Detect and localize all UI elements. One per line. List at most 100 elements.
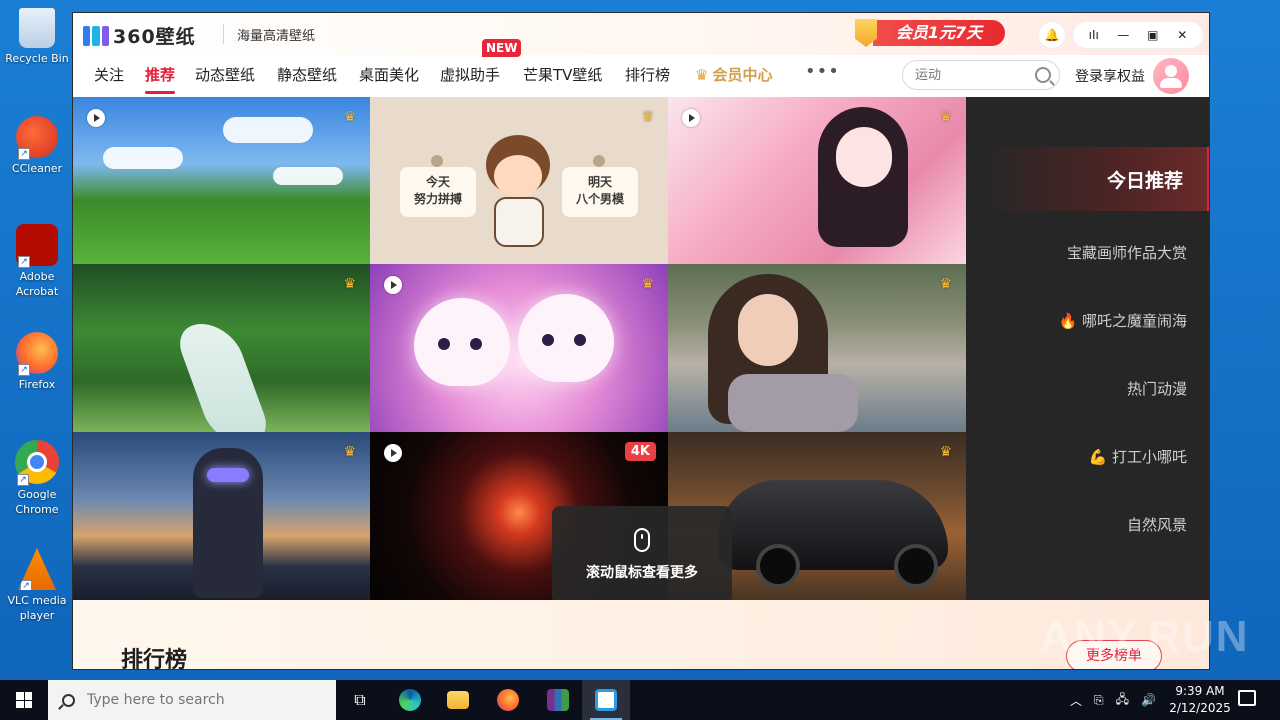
wallpaper-tile-cartoon[interactable]: 今天 努力拼搏 明天 八个男模 ♛ xyxy=(370,97,668,264)
nav-item-desktop-beautify[interactable]: 桌面美化 xyxy=(359,64,419,85)
clock-time: 9:39 AM xyxy=(1175,684,1225,698)
crown-icon: ♛ xyxy=(695,66,709,84)
maximize-icon[interactable]: ▣ xyxy=(1142,28,1164,42)
desktop-icon-google-chrome[interactable]: ↗ Google Chrome xyxy=(4,440,70,517)
wallpaper-tile-anime-girl[interactable]: ♛ xyxy=(668,97,966,264)
desktop-icon-label: Firefox xyxy=(18,378,56,391)
adobe-acrobat-icon: ↗ xyxy=(16,224,58,268)
system-tray: ︿ ⎘ 🖧 🔊 xyxy=(1070,680,1156,720)
windows-icon xyxy=(16,692,32,708)
title-bar: 360壁纸 海量高清壁纸 会员1元7天 🔔 ıIı — ▣ ✕ xyxy=(73,13,1209,55)
chevron-up-icon[interactable]: ︿ xyxy=(1070,692,1082,709)
mouse-icon xyxy=(634,528,650,552)
cartoon-card-left: 今天 努力拼搏 xyxy=(400,155,476,217)
cartoon-card-right: 明天 八个男模 xyxy=(562,155,638,217)
wallpaper-tile-cyber-girl[interactable]: ♛ xyxy=(73,432,370,600)
wallpaper-app-icon xyxy=(595,689,617,711)
taskbar-edge[interactable] xyxy=(386,680,434,720)
category-nezha[interactable]: 🔥 哪吒之魔童闹海 xyxy=(1059,310,1187,331)
vip-crown-icon: ♛ xyxy=(343,276,356,292)
nav-item-virtual-assistant[interactable]: 虚拟助手 xyxy=(440,64,500,85)
category-today-recommend[interactable]: 今日推荐 xyxy=(980,147,1209,211)
vip-crown-icon: ♛ xyxy=(641,276,654,292)
fire-icon: 🔥 xyxy=(1058,312,1078,330)
category-worker-nezha[interactable]: 💪 打工小哪吒 xyxy=(1089,446,1187,467)
desktop-icon-firefox[interactable]: ↗ Firefox xyxy=(4,332,70,392)
start-button[interactable] xyxy=(0,680,48,720)
nav-more-button[interactable]: ••• xyxy=(805,61,840,82)
app-logo: 360壁纸 xyxy=(83,22,196,49)
notification-center-icon[interactable] xyxy=(1238,690,1256,706)
login-link[interactable]: 登录享权益 xyxy=(1075,66,1145,86)
play-icon xyxy=(384,276,402,294)
folder-icon xyxy=(447,691,469,709)
main-nav: 关注 推荐 动态壁纸 静态壁纸 桌面美化 虚拟助手 NEW 芒果TV壁纸 排行榜… xyxy=(73,39,1209,98)
clock-date: 2/12/2025 xyxy=(1169,701,1231,715)
nav-item-dynamic-wallpaper[interactable]: 动态壁纸 xyxy=(195,64,255,85)
desktop-icon-label: Adobe Acrobat xyxy=(15,270,59,298)
search-icon xyxy=(62,693,75,707)
new-tag: NEW xyxy=(482,39,522,57)
divider xyxy=(223,24,224,44)
nav-item-follow[interactable]: 关注 xyxy=(94,64,124,85)
wallpaper-tile-portrait[interactable]: ♛ xyxy=(668,264,966,432)
vip-promo-banner[interactable]: 会员1元7天 xyxy=(855,18,1005,48)
category-artist-showcase[interactable]: 宝藏画师作品大赏 xyxy=(1067,242,1187,263)
desktop-icon-label: CCleaner xyxy=(11,162,63,175)
edge-icon xyxy=(399,689,421,711)
notification-button[interactable]: 🔔 xyxy=(1039,22,1065,48)
category-label: 哪吒之魔童闹海 xyxy=(1081,312,1187,330)
taskbar-file-explorer[interactable] xyxy=(434,680,482,720)
window-controls: ıIı — ▣ ✕ xyxy=(1073,22,1203,48)
wallpaper-tile-meadow[interactable]: ♛ xyxy=(73,97,370,264)
nav-item-recommend[interactable]: 推荐 xyxy=(145,64,176,94)
ranking-section: 排行榜 更多榜单 xyxy=(73,600,1209,669)
anyrun-watermark: ANY.RUN xyxy=(1040,612,1250,661)
search-icon[interactable] xyxy=(1035,67,1051,83)
app-slogan: 海量高清壁纸 xyxy=(237,29,316,44)
desktop-icon-vlc[interactable]: ↗ VLC media player xyxy=(4,548,70,623)
search-input[interactable] xyxy=(915,67,1035,83)
muscle-icon: 💪 xyxy=(1088,448,1108,466)
minimize-icon[interactable]: — xyxy=(1112,28,1134,42)
desktop-icon-ccleaner[interactable]: ↗ CCleaner xyxy=(4,116,70,176)
desktop-icon-adobe-acrobat[interactable]: ↗ Adobe Acrobat xyxy=(4,224,70,299)
taskbar-wallpaper-app[interactable] xyxy=(582,680,630,720)
desktop-icon-label: Google Chrome xyxy=(15,488,59,516)
network-device-icon[interactable]: ⎘ xyxy=(1094,693,1104,708)
chrome-icon: ↗ xyxy=(15,440,59,486)
wallpaper-tile-forest-stream[interactable]: ♛ xyxy=(73,264,370,432)
task-view-icon: ⧉ xyxy=(354,690,366,709)
audio-icon[interactable]: ıIı xyxy=(1083,28,1105,42)
category-label: 打工小哪吒 xyxy=(1111,448,1187,466)
promo-text: 会员1元7天 xyxy=(873,20,1005,46)
vip-crown-icon: ♛ xyxy=(939,109,952,125)
nav-item-vip-center[interactable]: ♛ 会员中心 xyxy=(695,64,772,85)
vip-crown-icon: ♛ xyxy=(343,109,356,125)
card-text: 八个男模 xyxy=(575,192,624,206)
category-hot-anime[interactable]: 热门动漫 xyxy=(1127,378,1187,399)
wallpaper-tile-puppies[interactable]: ♛ xyxy=(370,264,668,432)
clock[interactable]: 9:39 AM 2/12/2025 xyxy=(1160,683,1240,717)
taskbar-firefox[interactable] xyxy=(484,680,532,720)
ccleaner-icon: ↗ xyxy=(16,116,58,160)
scroll-tip: 滚动鼠标查看更多 xyxy=(552,506,732,604)
taskbar-winrar[interactable] xyxy=(534,680,582,720)
taskbar-search-input[interactable] xyxy=(87,692,307,708)
task-view-button[interactable]: ⧉ xyxy=(336,680,384,720)
vip-crown-icon: ♛ xyxy=(939,444,952,460)
nav-item-mango-tv[interactable]: 芒果TV壁纸 xyxy=(523,64,602,85)
wallpaper-app-window: 360壁纸 海量高清壁纸 会员1元7天 🔔 ıIı — ▣ ✕ 关注 推荐 动态… xyxy=(72,12,1210,670)
vlc-icon: ↗ xyxy=(18,548,56,590)
category-nature[interactable]: 自然风景 xyxy=(1127,514,1187,535)
scroll-tip-text: 滚动鼠标查看更多 xyxy=(586,565,698,581)
network-icon[interactable]: 🖧 xyxy=(1116,690,1129,711)
volume-icon[interactable]: 🔊 xyxy=(1141,693,1156,707)
avatar[interactable] xyxy=(1153,58,1189,94)
desktop-icon-label: Recycle Bin xyxy=(5,52,69,65)
nav-item-static-wallpaper[interactable]: 静态壁纸 xyxy=(277,64,337,85)
nav-item-ranking[interactable]: 排行榜 xyxy=(625,64,670,85)
desktop-icon-recycle-bin[interactable]: Recycle Bin xyxy=(4,8,70,66)
close-icon[interactable]: ✕ xyxy=(1171,28,1193,42)
shortcut-arrow-icon: ↗ xyxy=(20,580,32,590)
